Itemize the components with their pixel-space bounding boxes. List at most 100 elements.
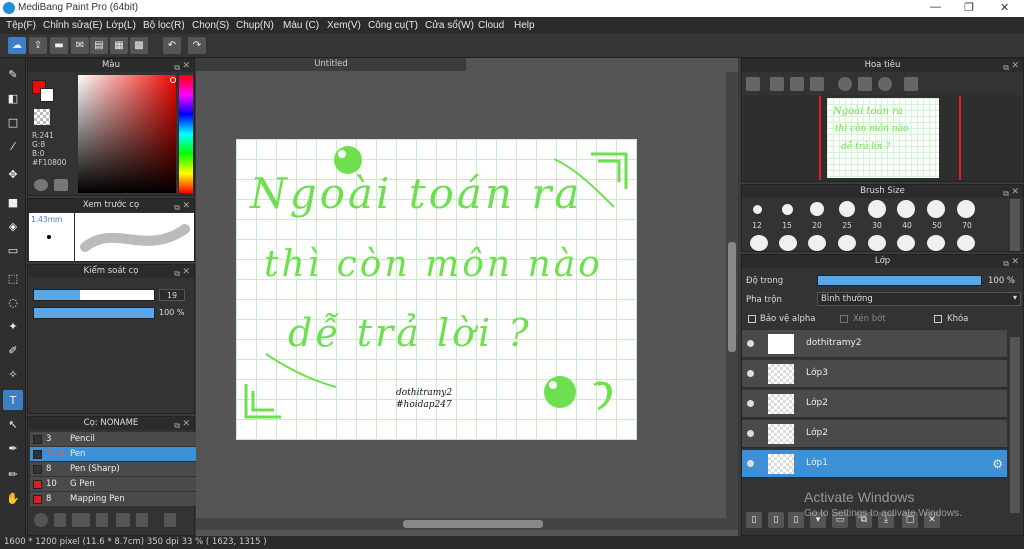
brush-size-dot[interactable] <box>810 202 824 216</box>
canvas-vertical-scrollbar[interactable] <box>726 72 738 518</box>
size-slider[interactable] <box>33 289 155 301</box>
clipping-checkbox[interactable] <box>840 315 848 323</box>
blend-mode-select[interactable]: Bình thường ▾ <box>817 292 1021 306</box>
close-icon[interactable]: ✕ <box>182 266 190 279</box>
brush-size-scrollbar[interactable] <box>1010 199 1020 251</box>
lasso-icon[interactable]: ◌ <box>3 292 23 312</box>
eyedropper-2-icon[interactable]: ✏ <box>3 464 23 484</box>
select-eraser-icon[interactable]: ✧ <box>3 364 23 384</box>
dock-icon[interactable]: ⧉ <box>174 61 180 74</box>
layer-row-selected[interactable]: Lớp1 ⚙ <box>742 450 1007 478</box>
menu-file[interactable]: Tệp(F) <box>6 20 36 31</box>
document-tab[interactable]: Untitled <box>196 58 466 71</box>
hand-tool-icon[interactable]: ✋ <box>3 488 23 508</box>
zoom-in-icon[interactable] <box>746 77 760 91</box>
brush-size-dot[interactable] <box>753 205 762 214</box>
operation-tool-icon[interactable]: ↖ <box>3 414 23 434</box>
menu-view[interactable]: Xem(V) <box>327 20 361 31</box>
brush-tool-icon[interactable]: ✎ <box>3 64 23 84</box>
select-pen-icon[interactable]: ✐ <box>3 340 23 360</box>
brush-item-mapping-pen[interactable]: 8 Mapping Pen <box>30 492 206 506</box>
brush-size-dot[interactable] <box>868 200 886 218</box>
brush-size-dot[interactable] <box>779 235 797 251</box>
brush-item-pen[interactable]: 11.4Pen⚙ <box>30 447 206 461</box>
minimize-button[interactable]: — <box>930 1 941 13</box>
redo-icon[interactable]: ↷ <box>188 37 206 54</box>
maximize-button[interactable]: ❐ <box>964 1 974 14</box>
brush-size-dot[interactable] <box>808 235 826 251</box>
visibility-icon[interactable] <box>747 400 754 407</box>
close-icon[interactable]: ✕ <box>182 200 190 213</box>
rotate-left-icon[interactable] <box>838 77 852 91</box>
new-8bit-layer-icon[interactable]: ▯ <box>788 512 804 528</box>
layer-row[interactable]: Lớp2 <box>742 390 1007 418</box>
visibility-icon[interactable] <box>747 460 754 467</box>
new-layer-icon[interactable]: ▯ <box>746 512 762 528</box>
layer-opacity-slider[interactable] <box>817 275 982 286</box>
brush-size-dot[interactable] <box>927 235 945 251</box>
add-brush-icon[interactable] <box>34 513 48 527</box>
eyedropper-icon[interactable]: ✒ <box>3 438 23 458</box>
reset-view-icon[interactable] <box>858 77 872 91</box>
brush-size-dot[interactable] <box>868 235 886 251</box>
brush-item-pencil[interactable]: 3 Pencil <box>30 432 206 446</box>
gear-icon[interactable]: ⚙ <box>992 457 1003 471</box>
select-rect-icon[interactable]: ⬚ <box>3 268 23 288</box>
trash-icon[interactable] <box>164 513 176 527</box>
message-icon[interactable]: ✉ <box>71 37 89 54</box>
magic-wand-icon[interactable]: ✦ <box>3 316 23 336</box>
rotate-right-icon[interactable] <box>878 77 892 91</box>
close-icon[interactable]: ✕ <box>1011 186 1019 199</box>
brush-size-dot[interactable] <box>927 200 945 218</box>
close-icon[interactable]: ✕ <box>182 418 190 431</box>
new-halftone-layer-icon[interactable]: ▯ <box>768 512 784 528</box>
share-icon[interactable]: ⇪ <box>29 37 47 54</box>
saturation-value-picker[interactable] <box>78 75 176 193</box>
brush-size-dot[interactable] <box>750 235 768 251</box>
dotted-line-icon[interactable]: ⁄ <box>3 136 23 156</box>
brush-settings-icon[interactable] <box>96 513 108 527</box>
secondary-color-swatch[interactable] <box>40 88 54 102</box>
navigator-preview[interactable]: Ngoài toán ra thì còn môn nào dễ trả lời… <box>743 95 1022 181</box>
flip-icon[interactable] <box>904 77 918 91</box>
brush-size-dot[interactable] <box>839 201 855 217</box>
undo-icon[interactable]: ↶ <box>163 37 181 54</box>
brush-item-pen-sharp[interactable]: 8 Pen (Sharp) <box>30 462 206 476</box>
grid-icon[interactable]: ▩ <box>130 37 148 54</box>
menu-color[interactable]: Màu (C) <box>283 20 319 31</box>
menu-snap[interactable]: Chụp(N) <box>236 20 274 31</box>
visibility-icon[interactable] <box>747 370 754 377</box>
brush-item-g-pen[interactable]: 10 G Pen <box>30 477 206 491</box>
opacity-slider[interactable] <box>33 307 155 319</box>
folder-icon[interactable] <box>116 513 130 527</box>
menu-layer[interactable]: Lớp(L) <box>106 20 136 31</box>
brush-size-dot[interactable] <box>957 200 975 218</box>
bucket-tool-icon[interactable]: ◈ <box>3 216 23 236</box>
menu-help[interactable]: Help <box>514 20 535 31</box>
menu-select[interactable]: Chọn(S) <box>192 20 229 31</box>
visibility-icon[interactable] <box>747 430 754 437</box>
protect-alpha-checkbox[interactable] <box>748 315 756 323</box>
text-tool-icon[interactable]: T <box>3 390 23 410</box>
close-icon[interactable]: ✕ <box>1011 256 1019 269</box>
menu-cloud[interactable]: Cloud <box>478 20 504 31</box>
lock-checkbox[interactable] <box>934 315 942 323</box>
dot-tool-icon[interactable]: □ <box>3 112 23 132</box>
visibility-icon[interactable] <box>747 340 754 347</box>
size-value-field[interactable]: 19 <box>159 289 185 301</box>
fill-shape-icon[interactable]: ■ <box>3 192 23 212</box>
palette-icon[interactable] <box>34 179 48 191</box>
comment-icon[interactable]: ▬ <box>50 37 68 54</box>
hue-slider[interactable] <box>179 75 193 193</box>
layer-row[interactable]: Lớp3 <box>742 360 1007 388</box>
layout-icon[interactable]: ▦ <box>110 37 128 54</box>
dock-icon[interactable]: ⧉ <box>1003 187 1009 200</box>
close-icon[interactable]: ✕ <box>182 60 190 73</box>
brush-size-dot[interactable] <box>782 204 793 215</box>
move-tool-icon[interactable]: ✥ <box>3 164 23 184</box>
close-icon[interactable]: ✕ <box>1011 60 1019 73</box>
brush-size-dot[interactable] <box>897 200 915 218</box>
layer-scrollbar[interactable] <box>1010 337 1020 513</box>
close-button[interactable]: ✕ <box>1000 1 1009 14</box>
dock-icon[interactable]: ⧉ <box>174 267 180 280</box>
